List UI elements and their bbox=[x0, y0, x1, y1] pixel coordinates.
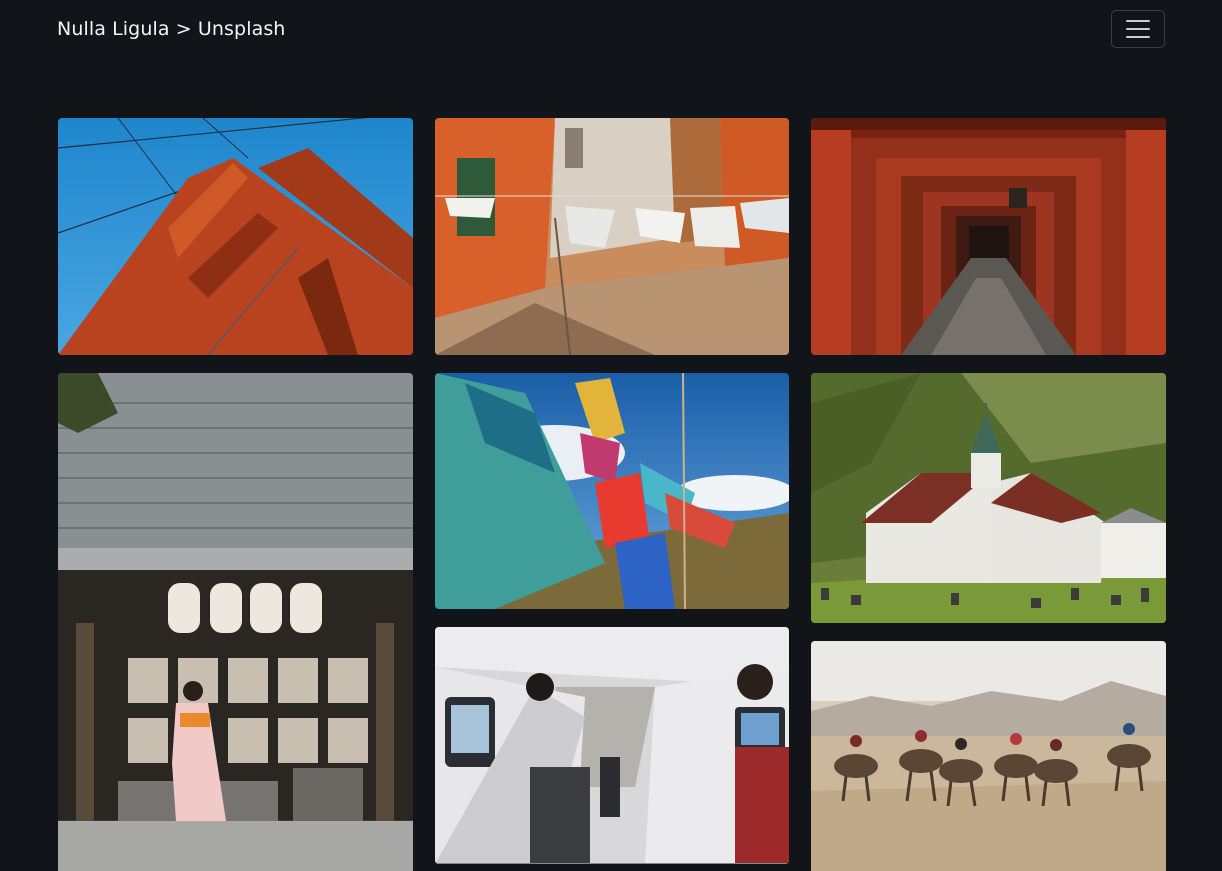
hamburger-menu-icon bbox=[1126, 20, 1150, 22]
gallery-photo-camels[interactable] bbox=[811, 641, 1166, 871]
hamburger-menu-icon-bar bbox=[1126, 36, 1150, 38]
hamburger-menu-icon-bar bbox=[1126, 28, 1150, 30]
navbar: Nulla Ligula > Unsplash bbox=[0, 0, 1222, 64]
gallery-photo-airplane-cabin[interactable] bbox=[435, 627, 789, 864]
gallery-photo-shrine[interactable] bbox=[58, 373, 413, 871]
navbar-toggler-button[interactable] bbox=[1111, 10, 1165, 48]
gallery-photo-prayer-flags[interactable] bbox=[435, 373, 789, 609]
gallery-photo-church[interactable] bbox=[811, 373, 1166, 623]
gallery-photo-laundry[interactable] bbox=[435, 118, 789, 355]
gallery-photo-torii[interactable] bbox=[811, 118, 1166, 355]
navbar-brand[interactable]: Nulla Ligula > Unsplash bbox=[57, 18, 285, 40]
gallery-photo-bridge[interactable] bbox=[58, 118, 413, 355]
